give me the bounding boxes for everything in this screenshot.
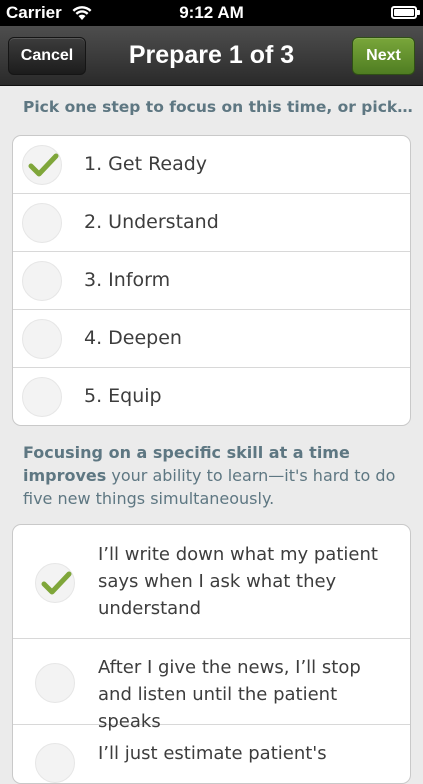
step-label: 4. Deepen (84, 327, 182, 349)
battery-icon (391, 6, 420, 19)
step-label: 3. Inform (84, 269, 171, 291)
cancel-button[interactable]: Cancel (8, 37, 86, 75)
step-item-understand[interactable]: 2. Understand (13, 194, 410, 252)
steps-list: 1. Get Ready 2. Understand 3. Inform 4. … (12, 135, 411, 426)
step-item-inform[interactable]: 3. Inform (13, 252, 410, 310)
check-icon (35, 563, 75, 603)
step-item-equip[interactable]: 5. Equip (13, 368, 410, 425)
commitment-item[interactable]: I’ll just estimate patient's (13, 725, 410, 783)
navigation-bar: Cancel Prepare 1 of 3 Next (0, 26, 423, 86)
radio-circle-icon (22, 319, 62, 359)
step-item-deepen[interactable]: 4. Deepen (13, 310, 410, 368)
commitment-label: I’ll write down what my patient says whe… (98, 544, 378, 619)
next-button[interactable]: Next (352, 37, 415, 75)
step-label: 1. Get Ready (84, 153, 208, 175)
step-item-get-ready[interactable]: 1. Get Ready (13, 136, 410, 194)
radio-circle-icon (22, 377, 62, 417)
explanation-text: Focusing on a specific skill at a time i… (23, 441, 403, 510)
page-title: Prepare 1 of 3 (128, 41, 295, 69)
radio-circle-icon (35, 663, 75, 703)
check-icon (22, 145, 62, 185)
radio-circle-icon (22, 261, 62, 301)
step-label: 5. Equip (84, 385, 162, 407)
commitment-item[interactable]: After I give the news, I’ll stop and lis… (13, 639, 410, 732)
step-label: 2. Understand (84, 211, 219, 233)
radio-circle-icon (22, 203, 62, 243)
commitment-label: I’ll just estimate patient's (98, 743, 327, 764)
clock: 9:12 AM (179, 3, 244, 22)
status-bar: Carrier 9:12 AM (0, 0, 423, 26)
commitment-item[interactable]: I’ll write down what my patient says whe… (13, 525, 410, 639)
commitment-label: After I give the news, I’ll stop and lis… (98, 657, 361, 732)
radio-circle-icon (35, 743, 75, 783)
commitments-list: I’ll write down what my patient says whe… (12, 524, 411, 784)
instruction-text: Pick one step to focus on this time, or … (23, 98, 413, 116)
